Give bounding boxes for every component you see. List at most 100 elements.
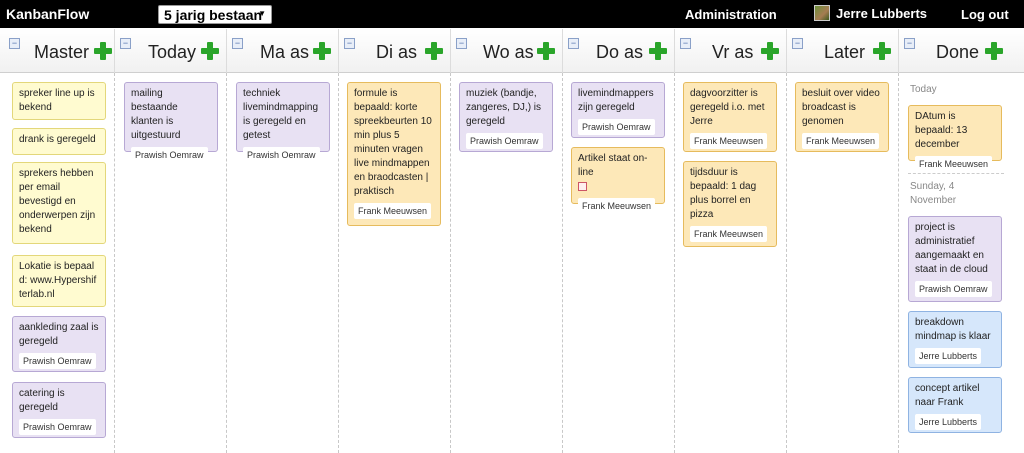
column-title: Do as (596, 42, 644, 62)
task-text: drank is geregeld (19, 134, 96, 145)
task-text: aankleding zaal is geregeld (19, 322, 99, 347)
column-divider (338, 73, 339, 453)
task-card[interactable]: concept artikel naar Frank Jerre Lubbert… (908, 377, 1002, 433)
task-owner: Frank Meeuwsen (802, 133, 880, 149)
task-card[interactable]: livemindmappers zijn geregeld Prawish Oe… (571, 82, 665, 138)
column-divider (226, 73, 227, 453)
task-card[interactable]: project is administratief aangemaakt en … (908, 216, 1002, 302)
column-divider (674, 73, 675, 453)
column-header-row: − Master − Today − Ma as − Di as − Wo as… (0, 29, 1024, 73)
task-owner: Prawish Oemraw (243, 147, 320, 163)
column-title: Later (824, 42, 866, 62)
calendar-icon[interactable] (578, 182, 587, 191)
task-text: project is administratief aangemaakt en … (915, 222, 988, 275)
collapse-icon[interactable]: − (904, 38, 915, 49)
add-task-icon[interactable] (94, 42, 112, 60)
task-text: mailing bestaande klanten is uitgestuurd (131, 88, 181, 141)
done-group-label: Sunday, 4 November (910, 181, 957, 206)
task-card[interactable]: Lokatie is bepaald: www.Hypershifterlab.… (12, 255, 106, 307)
task-card[interactable]: spreker line up is bekend (12, 82, 106, 120)
task-text: muziek (bandje, zangeres, DJ,) is gerege… (466, 88, 542, 127)
task-card[interactable]: breakdown mindmap is klaar Jerre Lubbert… (908, 311, 1002, 368)
add-task-icon[interactable] (537, 42, 555, 60)
column-divider (562, 73, 563, 453)
task-card[interactable]: sprekers hebben per email bevestigd en o… (12, 162, 106, 244)
app-logo[interactable]: KanbanFlow (6, 6, 89, 22)
task-text: dagvoorzitter is geregeld i.o. met Jerre (690, 88, 765, 127)
column-header-master: − Master (6, 29, 112, 73)
user-menu[interactable]: Jerre Lubberts (814, 5, 927, 21)
task-owner: Prawish Oemraw (915, 281, 992, 297)
collapse-icon[interactable]: − (792, 38, 803, 49)
column-divider (898, 73, 899, 453)
column-divider (674, 29, 675, 73)
task-card[interactable]: mailing bestaande klanten is uitgestuurd… (124, 82, 218, 163)
group-divider (908, 173, 1004, 174)
board-select[interactable]: 5 jarig bestaan ▼ (158, 5, 272, 24)
collapse-icon[interactable]: − (120, 38, 131, 49)
column-divider (562, 29, 563, 73)
column-divider (338, 29, 339, 73)
column-divider (786, 73, 787, 453)
column-header-di: − Di as (341, 29, 449, 73)
task-card[interactable]: catering is geregeld Prawish Oemraw (12, 382, 106, 438)
task-card[interactable]: dagvoorzitter is geregeld i.o. met Jerre… (683, 82, 777, 152)
administration-link[interactable]: Administration (685, 7, 777, 22)
task-card[interactable]: muziek (bandje, zangeres, DJ,) is gerege… (459, 82, 553, 152)
task-card[interactable]: formule is bepaald: korte spreekbeurten … (347, 82, 441, 226)
task-text: livemindmappers zijn geregeld (578, 88, 654, 113)
column-divider (786, 29, 787, 73)
task-text: Artikel staat on-line (578, 153, 648, 178)
column-divider (450, 73, 451, 453)
task-owner: Frank Meeuwsen (354, 203, 432, 219)
task-owner: Prawish Oemraw (19, 353, 96, 369)
task-card[interactable]: besluit over video broadcast is genomen … (795, 82, 889, 152)
avatar (814, 5, 830, 21)
task-text: concept artikel naar Frank (915, 383, 980, 408)
logout-link[interactable]: Log out (961, 7, 1009, 22)
add-task-icon[interactable] (313, 42, 331, 60)
task-card[interactable]: tijdsduur is bepaald: 1 dag plus borrel … (683, 161, 777, 247)
collapse-icon[interactable]: − (680, 38, 691, 49)
user-name: Jerre Lubberts (836, 5, 928, 21)
task-owner: Frank Meeuwsen (578, 198, 656, 214)
collapse-icon[interactable]: − (344, 38, 355, 49)
task-owner: Jerre Lubberts (915, 348, 982, 364)
add-task-icon[interactable] (873, 42, 891, 60)
add-task-icon[interactable] (761, 42, 779, 60)
column-header-ma: − Ma as (229, 29, 337, 73)
task-owner: Prawish Oemraw (19, 419, 96, 435)
task-owner: Frank Meeuwsen (690, 226, 768, 242)
task-text: Lokatie is bepaald: www.Hypershifterlab.… (19, 261, 97, 300)
add-task-icon[interactable] (425, 42, 443, 60)
collapse-icon[interactable]: − (568, 38, 579, 49)
top-bar: KanbanFlow 5 jarig bestaan ▼ Administrat… (0, 0, 1024, 28)
collapse-icon[interactable]: − (9, 38, 20, 49)
task-text: besluit over video broadcast is genomen (802, 88, 880, 127)
column-title: Wo as (483, 42, 534, 62)
board-select-value: 5 jarig bestaan (164, 7, 263, 23)
task-owner: Frank Meeuwsen (915, 156, 993, 172)
column-title: Master (34, 42, 90, 62)
add-task-icon[interactable] (985, 42, 1003, 60)
task-owner: Jerre Lubberts (915, 414, 982, 430)
column-divider (898, 29, 899, 73)
column-header-vr: − Vr as (677, 29, 785, 73)
task-card[interactable]: Artikel staat on-line Frank Meeuwsen (571, 147, 665, 214)
chevron-down-icon: ▼ (258, 9, 266, 18)
task-text: catering is geregeld (19, 388, 65, 413)
task-card[interactable]: aankleding zaal is geregeld Prawish Oemr… (12, 316, 106, 372)
task-owner: Prawish Oemraw (578, 119, 655, 135)
collapse-icon[interactable]: − (232, 38, 243, 49)
column-header-later: − Later (789, 29, 897, 73)
task-card[interactable]: drank is geregeld (12, 128, 106, 155)
column-title: Di as (376, 42, 418, 62)
task-card[interactable]: techniek livemindmapping is geregeld en … (236, 82, 330, 163)
column-title: Vr as (712, 42, 754, 62)
add-task-icon[interactable] (649, 42, 667, 60)
task-text: breakdown mindmap is klaar (915, 317, 991, 342)
collapse-icon[interactable]: − (456, 38, 467, 49)
task-text: tijdsduur is bepaald: 1 dag plus borrel … (690, 167, 757, 220)
task-card[interactable]: DAtum is bepaald: 13 december Frank Meeu… (908, 105, 1002, 172)
add-task-icon[interactable] (201, 42, 219, 60)
